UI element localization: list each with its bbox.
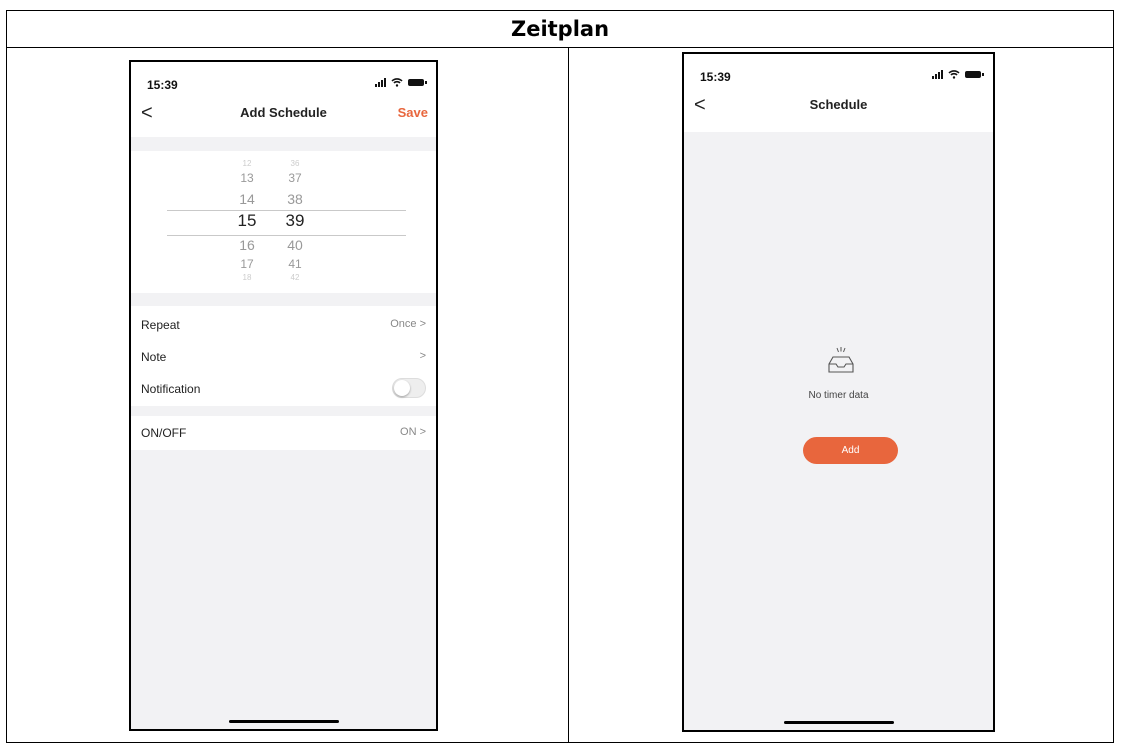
minute-option[interactable]: 42 xyxy=(275,273,315,282)
battery-icon xyxy=(965,71,984,78)
status-icons xyxy=(932,70,984,79)
minute-option[interactable]: 40 xyxy=(275,237,315,253)
minute-option[interactable]: 38 xyxy=(275,191,315,207)
picker-selection-line xyxy=(167,210,406,211)
signal-icon xyxy=(375,78,386,87)
status-bar: 15:39 xyxy=(131,78,436,92)
screen-title: Add Schedule xyxy=(240,105,327,120)
empty-state-text: No timer data xyxy=(808,390,869,401)
note-label: Note xyxy=(141,350,167,364)
save-button[interactable]: Save xyxy=(398,105,428,120)
hour-option[interactable]: 13 xyxy=(227,171,267,185)
notification-row: Notification xyxy=(131,374,436,404)
column-divider xyxy=(568,47,569,742)
minute-option[interactable]: 36 xyxy=(275,159,315,168)
section-spacer xyxy=(131,137,436,151)
note-row[interactable]: Note > xyxy=(131,342,436,372)
nav-bar: < Add Schedule Save xyxy=(131,102,436,128)
hour-option[interactable]: 17 xyxy=(227,257,267,271)
home-indicator[interactable] xyxy=(228,720,339,723)
add-button[interactable]: Add xyxy=(803,437,898,464)
toggle-knob xyxy=(394,380,410,396)
nav-bar: < Schedule xyxy=(684,94,993,120)
section-spacer xyxy=(131,293,436,306)
document-title: Zeitplan xyxy=(7,11,1113,48)
hour-option[interactable]: 12 xyxy=(227,159,267,168)
status-time: 15:39 xyxy=(147,78,178,92)
status-icons xyxy=(375,78,427,87)
status-time: 15:39 xyxy=(700,70,731,84)
notification-toggle[interactable] xyxy=(392,378,426,398)
onoff-label: ON/OFF xyxy=(141,426,187,440)
repeat-value: Once > xyxy=(390,318,426,330)
wifi-icon xyxy=(948,70,960,79)
signal-icon xyxy=(932,70,943,79)
empty-background xyxy=(131,450,436,729)
hour-option[interactable]: 18 xyxy=(227,273,267,282)
onoff-row[interactable]: ON/OFF ON > xyxy=(131,418,436,448)
home-indicator[interactable] xyxy=(783,721,894,724)
minute-option[interactable]: 37 xyxy=(275,171,315,185)
empty-state-area xyxy=(684,132,993,730)
picker-selection-line xyxy=(167,235,406,236)
chevron-right-icon: > xyxy=(419,350,426,362)
hour-option[interactable]: 14 xyxy=(227,191,267,207)
repeat-row[interactable]: Repeat Once > xyxy=(131,310,436,340)
battery-icon xyxy=(408,79,427,86)
wifi-icon xyxy=(391,78,403,87)
repeat-label: Repeat xyxy=(141,318,180,332)
minute-selected[interactable]: 39 xyxy=(275,211,315,231)
add-schedule-screen: 15:39 < Add Schedule Save 12 13 14 15 16… xyxy=(129,60,438,731)
screen-title: Schedule xyxy=(809,97,868,112)
section-spacer xyxy=(131,406,436,416)
hour-selected[interactable]: 15 xyxy=(227,211,267,231)
empty-inbox-icon xyxy=(828,347,854,373)
onoff-value: ON > xyxy=(400,426,426,438)
minute-option[interactable]: 41 xyxy=(275,257,315,271)
schedule-screen: 15:39 < Schedule No timer data Add xyxy=(682,52,995,732)
status-bar: 15:39 xyxy=(684,70,993,84)
hour-option[interactable]: 16 xyxy=(227,237,267,253)
time-picker[interactable]: 12 13 14 15 16 17 18 36 37 38 39 40 41 4… xyxy=(131,151,436,293)
notification-label: Notification xyxy=(141,382,201,396)
